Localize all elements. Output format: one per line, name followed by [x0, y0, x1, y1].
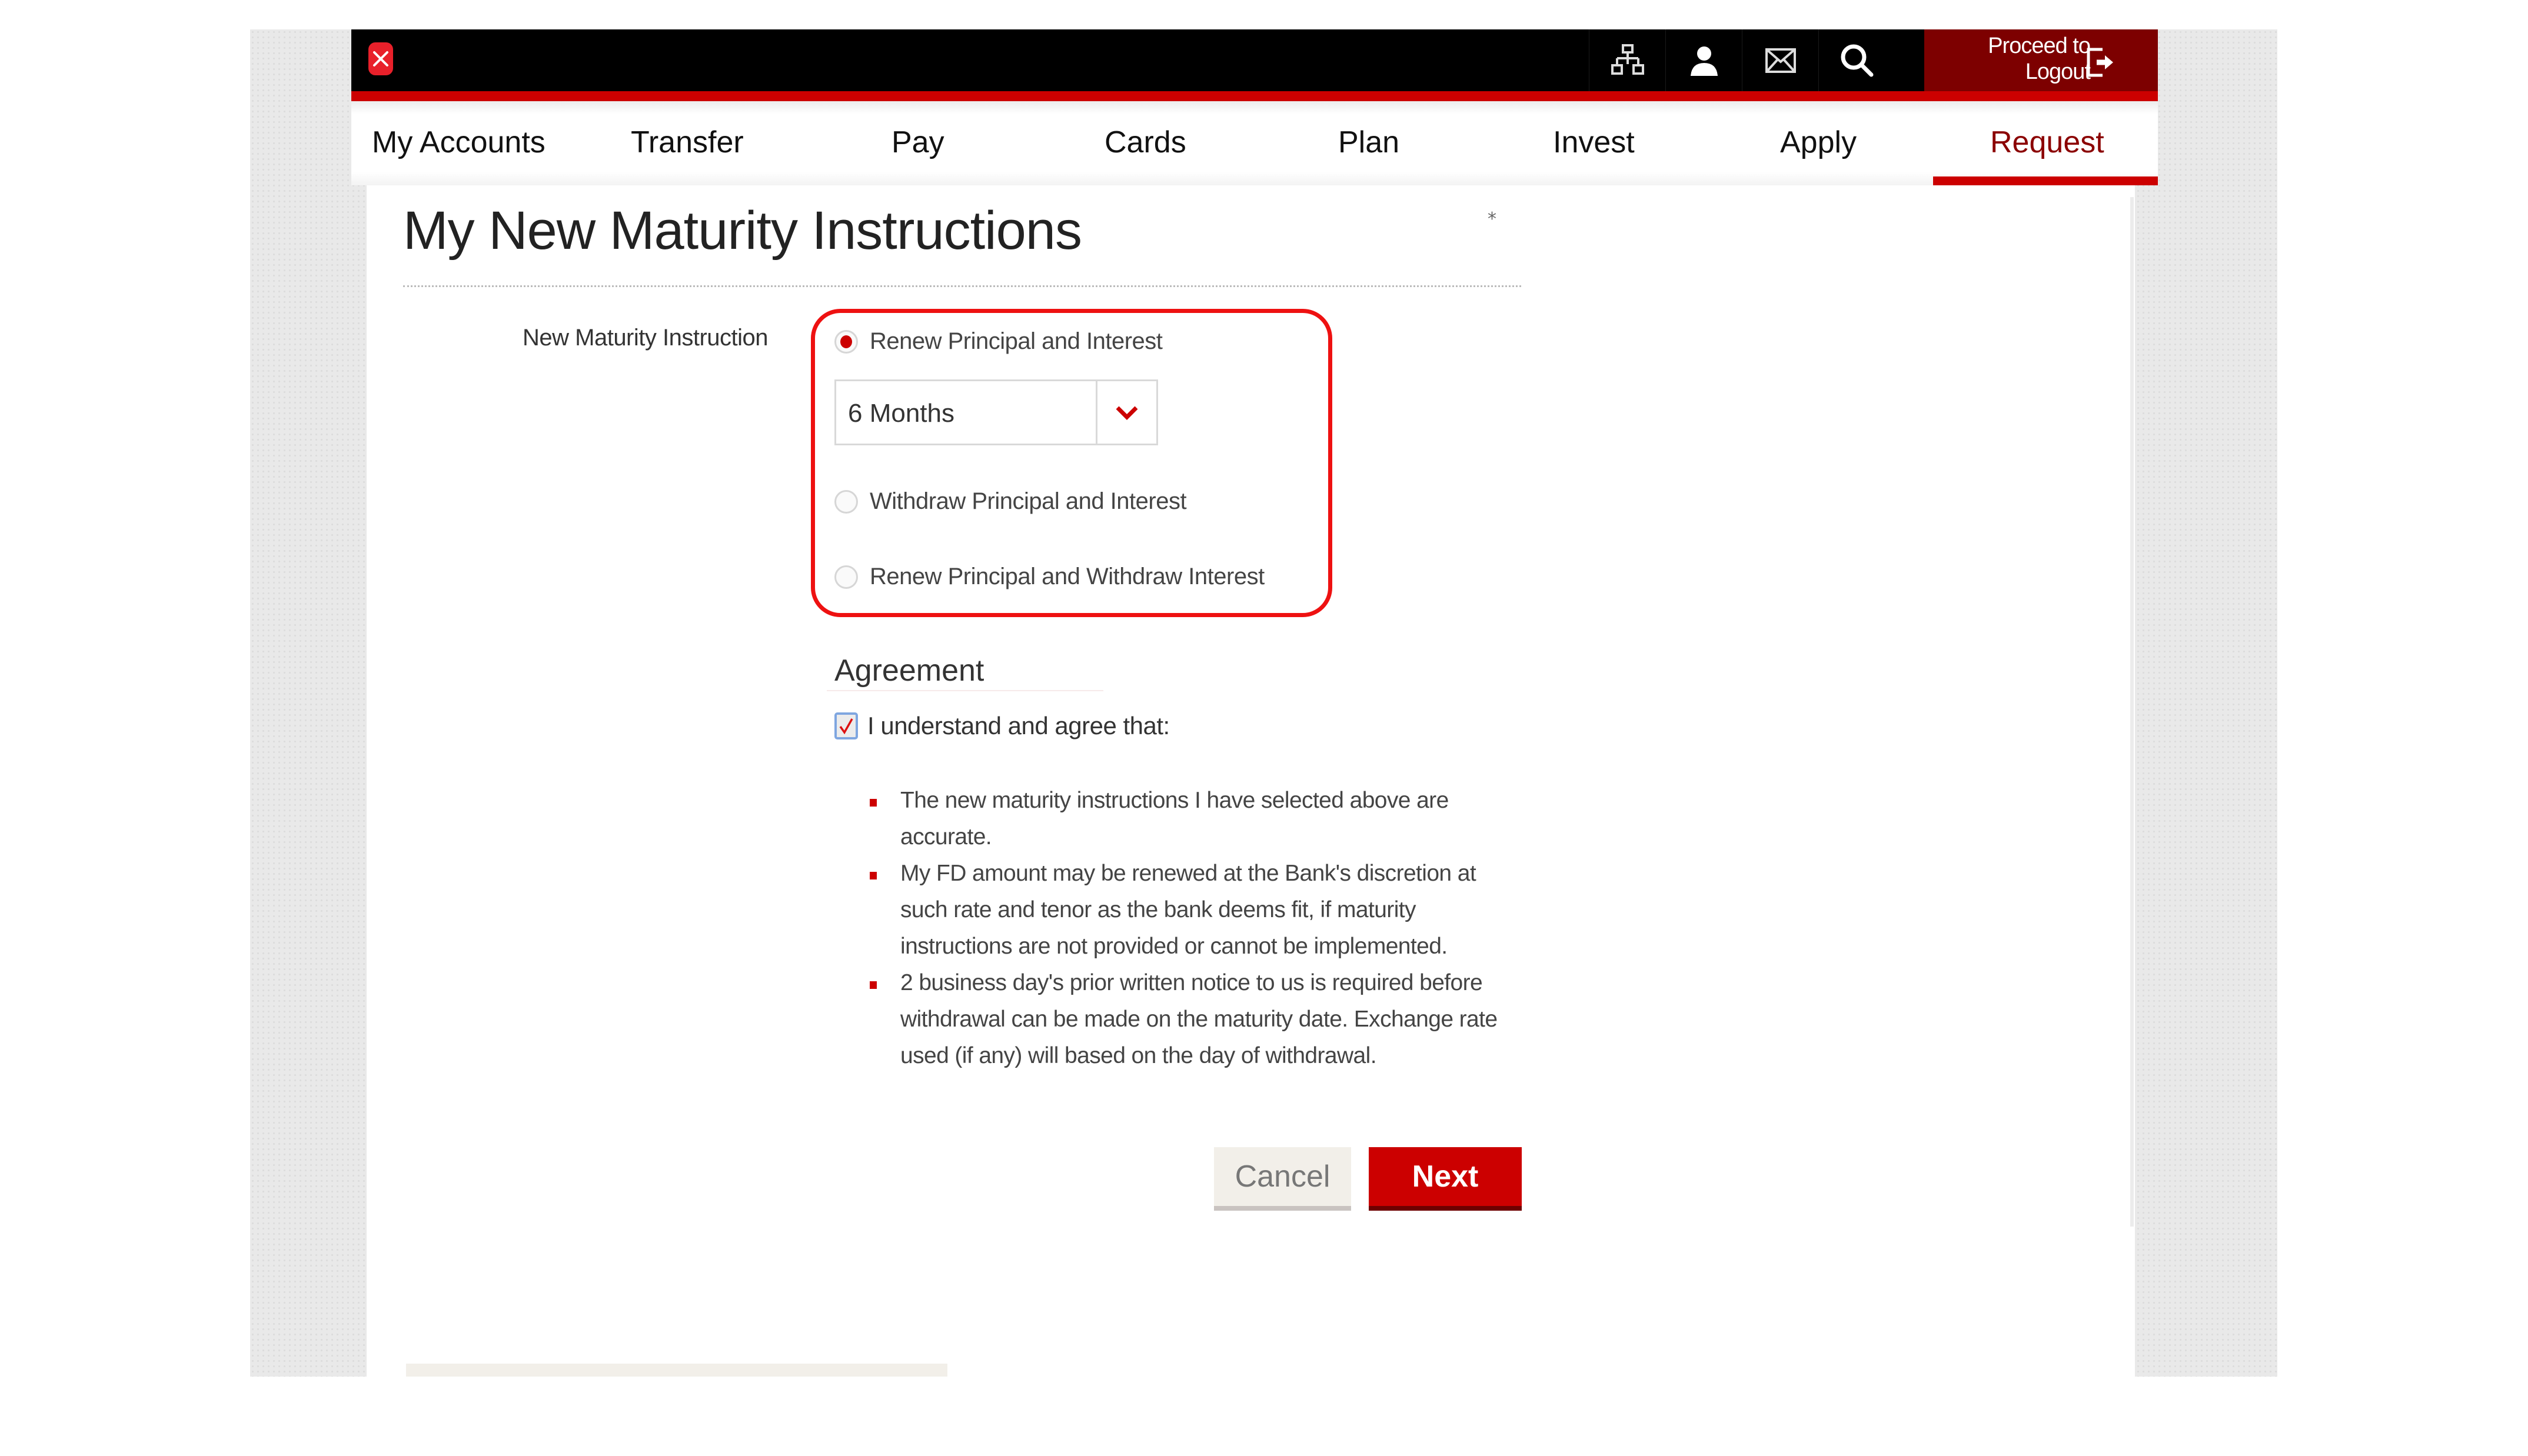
agreement-divider: [827, 690, 1103, 691]
option-withdraw-principal-interest[interactable]: Withdraw Principal and Interest: [834, 488, 1187, 515]
agreement-checkbox[interactable]: [834, 712, 858, 739]
mail-icon[interactable]: [1742, 29, 1819, 91]
nav-my-accounts[interactable]: My Accounts: [372, 125, 545, 160]
tenor-select[interactable]: 6 Months: [834, 379, 1158, 445]
nav-request[interactable]: Request: [1990, 125, 2104, 160]
maturity-instruction-label: New Maturity Instruction: [523, 325, 769, 351]
agreement-checkbox-row[interactable]: I understand and agree that:: [834, 712, 1170, 740]
profile-icon[interactable]: [1665, 29, 1742, 91]
nav-active-indicator: [1933, 176, 2158, 185]
agreement-heading: Agreement: [834, 654, 984, 688]
nav-apply[interactable]: Apply: [1780, 125, 1857, 160]
logout-icon: [2086, 47, 2115, 80]
option-label: Renew Principal and Interest: [870, 328, 1163, 354]
checkmark-icon: [839, 718, 853, 735]
dbs-logo-icon[interactable]: [368, 42, 393, 75]
bullet-icon: [870, 872, 877, 879]
header-accent-bar: [351, 91, 2158, 101]
term-item: 2 business day's prior written notice to…: [870, 965, 1529, 1074]
radio-selected[interactable]: [834, 329, 858, 354]
option-label: Withdraw Principal and Interest: [870, 488, 1187, 514]
bullet-icon: [870, 981, 877, 989]
agreement-checkbox-label: I understand and agree that:: [867, 712, 1170, 739]
search-icon[interactable]: [1818, 29, 1895, 91]
option-renew-principal-withdraw-interest[interactable]: Renew Principal and Withdraw Interest: [834, 564, 1265, 590]
radio-unselected[interactable]: [834, 565, 858, 589]
option-label: Renew Principal and Withdraw Interest: [870, 564, 1265, 589]
cancel-button[interactable]: Cancel: [1214, 1147, 1351, 1211]
footer-bar: [406, 1364, 947, 1377]
sitemap-icon[interactable]: [1589, 29, 1666, 91]
tenor-select-value: 6 Months: [848, 399, 954, 428]
agreement-terms-list: The new maturity instructions I have sel…: [870, 782, 1529, 1074]
term-item: The new maturity instructions I have sel…: [870, 782, 1529, 855]
nav-plan[interactable]: Plan: [1338, 125, 1399, 160]
bullet-icon: [870, 799, 877, 807]
required-marker: *: [1488, 209, 1496, 229]
radio-unselected[interactable]: [834, 489, 858, 514]
option-renew-principal-interest[interactable]: Renew Principal and Interest: [834, 328, 1163, 355]
nav-pay[interactable]: Pay: [892, 125, 944, 160]
logout-label: Proceed to Logout: [1988, 34, 2091, 84]
page-title: My New Maturity Instructions: [403, 201, 1082, 261]
next-button[interactable]: Next: [1369, 1147, 1522, 1211]
nav-transfer[interactable]: Transfer: [631, 125, 744, 160]
nav-invest[interactable]: Invest: [1553, 125, 1635, 160]
panel-scroll-edge: [2130, 197, 2134, 1227]
logout-button[interactable]: Proceed to Logout: [1924, 29, 2158, 91]
title-divider: [403, 285, 1521, 287]
chevron-down-icon[interactable]: [1096, 381, 1156, 444]
term-item: My FD amount may be renewed at the Bank'…: [870, 855, 1529, 965]
nav-cards[interactable]: Cards: [1105, 125, 1186, 160]
main-nav: My Accounts Transfer Pay Cards Plan Inve…: [351, 101, 2158, 185]
